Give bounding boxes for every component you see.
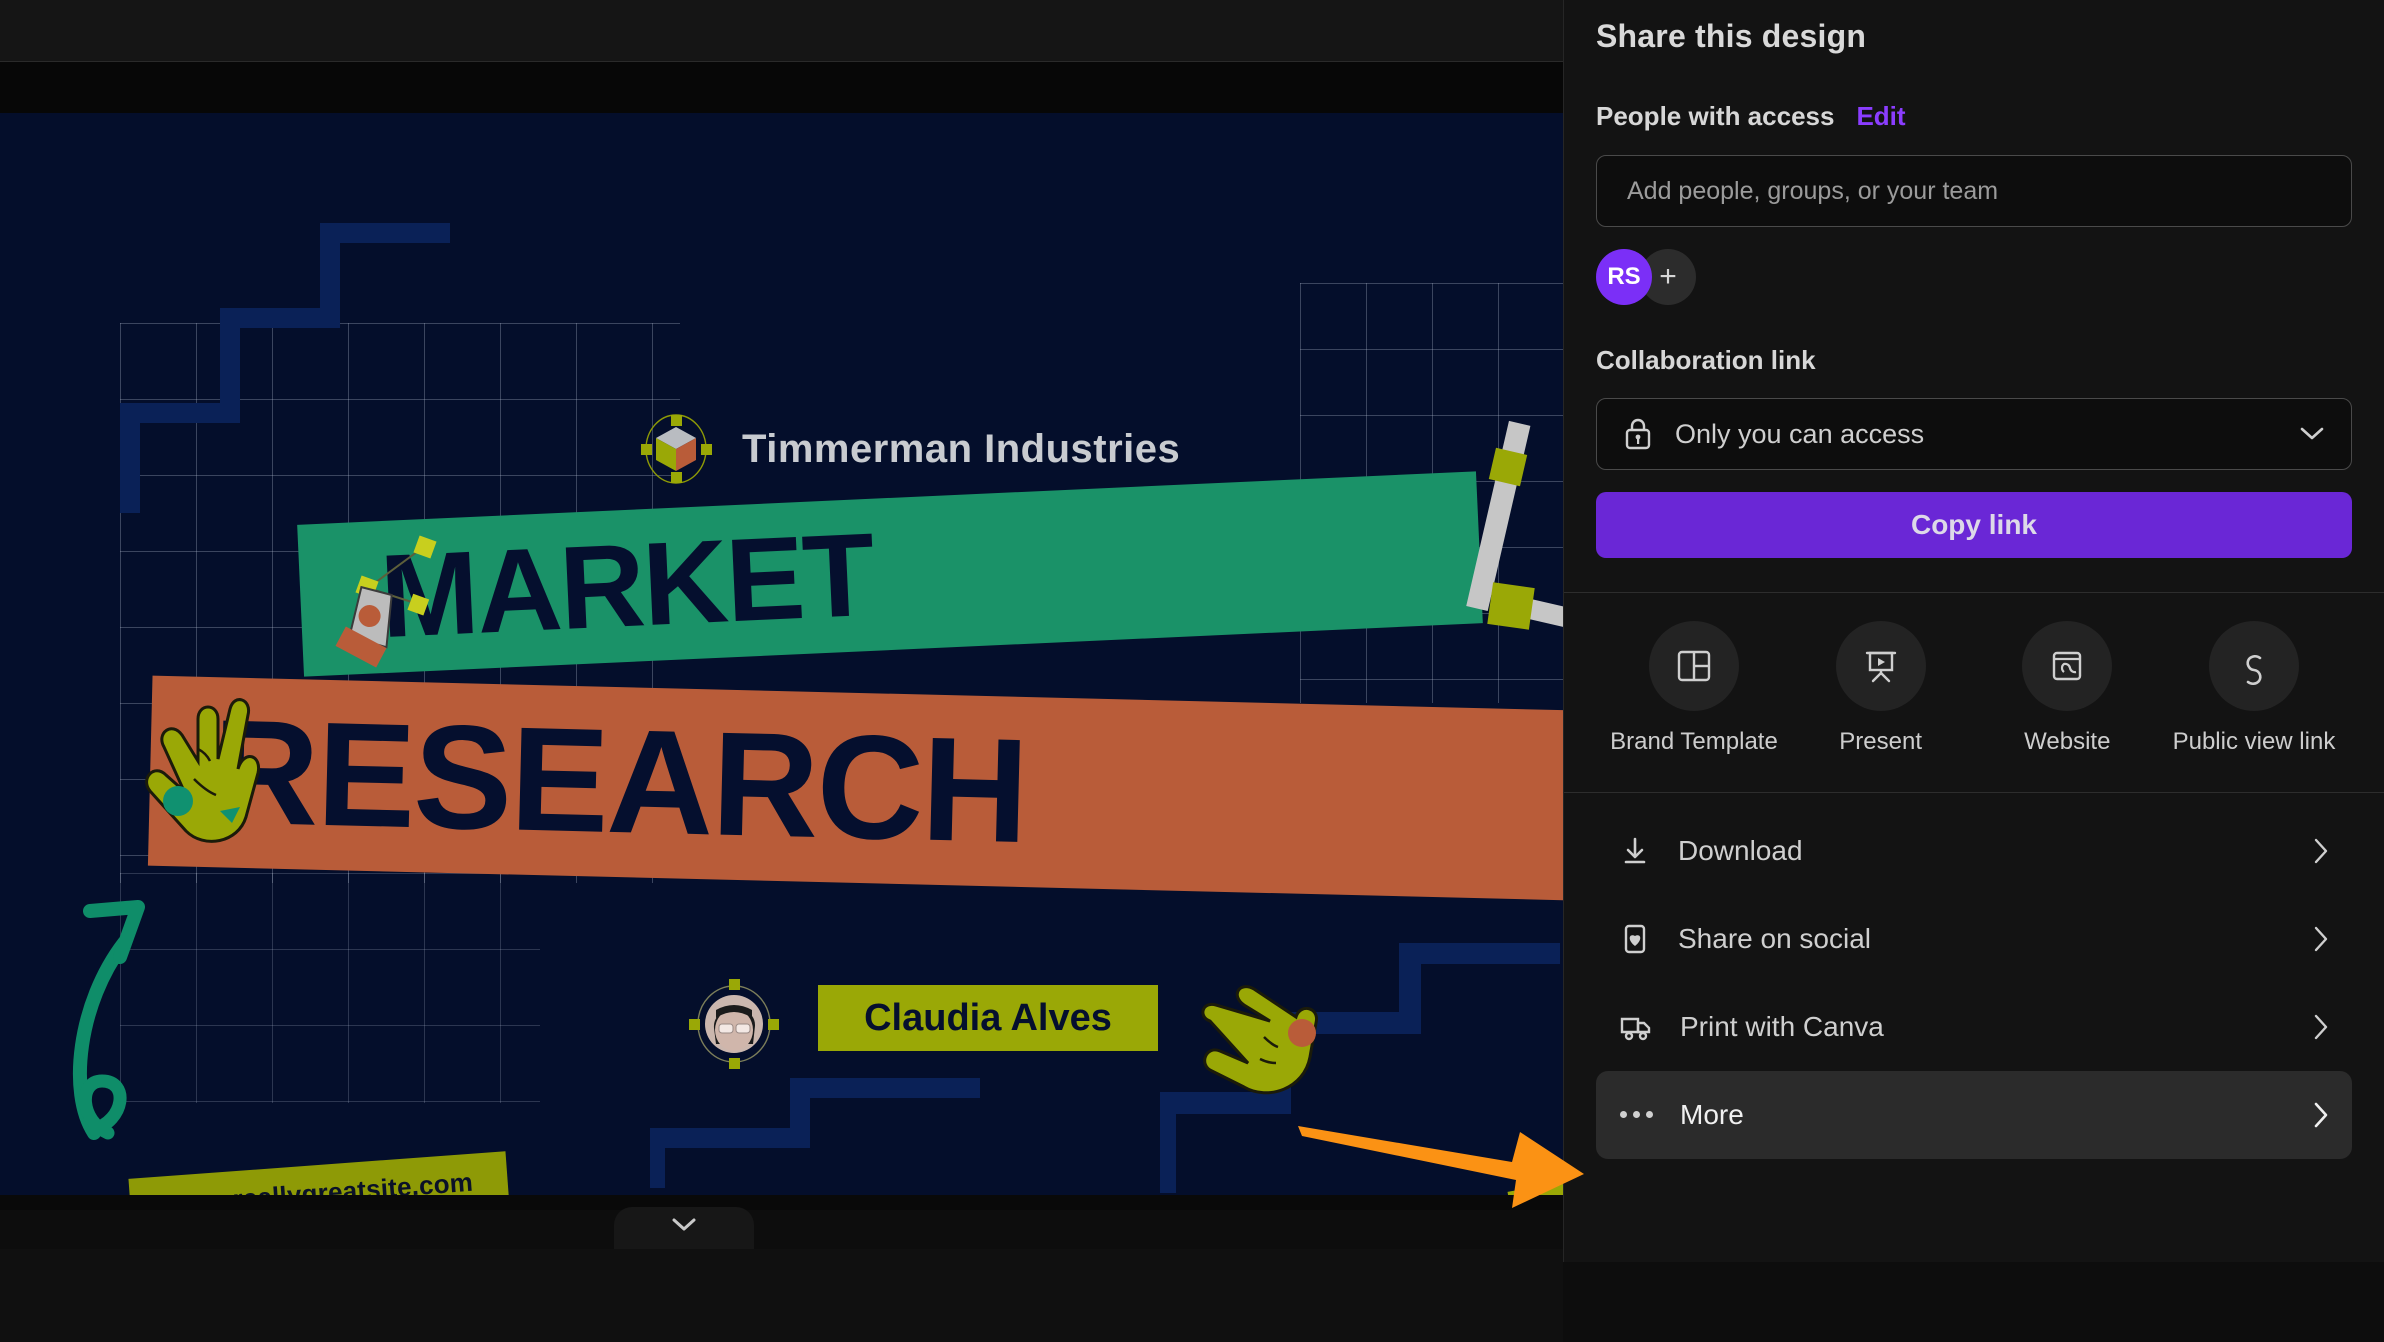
- avatar[interactable]: RS: [1596, 249, 1652, 305]
- people-with-access-label: People with access: [1596, 101, 1835, 131]
- quick-action-label: Public view link: [2172, 728, 2336, 755]
- edit-people-link[interactable]: Edit: [1856, 101, 1905, 132]
- brand-lockup[interactable]: Timmerman Industries: [640, 413, 1180, 485]
- chevron-right-icon: [2314, 1014, 2328, 1039]
- author-name-box[interactable]: Claudia Alves: [818, 985, 1158, 1051]
- print-truck-icon: [1620, 1017, 1651, 1040]
- headline-research-text: RESEARCH: [210, 689, 1029, 875]
- brand-template-icon: [1649, 621, 1739, 711]
- collapse-page-panel-button[interactable]: [614, 1207, 754, 1251]
- quick-action-label: Website: [2024, 728, 2111, 755]
- chevron-down-icon[interactable]: [2299, 426, 2325, 442]
- website-icon: [2022, 621, 2113, 711]
- rock-on-hand-sticker: [145, 698, 261, 843]
- quick-action-public-view-link[interactable]: Public view link: [2166, 621, 2342, 758]
- brand-name-text: Timmerman Industries: [742, 426, 1181, 471]
- more-dots-icon: [1618, 1111, 1654, 1119]
- lock-icon: [1625, 418, 1651, 450]
- peace-hand-sticker: [1201, 985, 1318, 1095]
- menu-item-label: Print with Canva: [1680, 1010, 1884, 1042]
- pen-nib-decoration: [335, 535, 437, 668]
- quick-action-website[interactable]: Website: [1979, 621, 2155, 758]
- chevron-right-icon: [2314, 1102, 2328, 1128]
- menu-item-more[interactable]: More: [1596, 1070, 2352, 1159]
- share-menu-list: Download Share on social Print with Canv…: [1596, 793, 2352, 1159]
- quick-action-label: Brand Template: [1610, 728, 1778, 755]
- headline-banner-research[interactable]: RESEARCH: [147, 675, 1563, 901]
- collaboration-link-label: Collaboration link: [1596, 345, 1816, 375]
- menu-item-download[interactable]: Download: [1596, 807, 2352, 895]
- cube-logo-icon: [640, 413, 712, 485]
- chevron-right-icon: [2314, 838, 2328, 863]
- share-on-social-icon: [1624, 924, 1646, 953]
- author-name-text: Claudia Alves: [864, 996, 1112, 1039]
- zigzag-decoration-top-left: [120, 223, 450, 513]
- ruler-decoration: [1466, 420, 1563, 635]
- people-with-access-header: People with access Edit: [1596, 101, 2352, 132]
- quick-action-present[interactable]: Present: [1793, 621, 1969, 758]
- app-root: MARKET RESEARCH Timmerman Industries Cla…: [0, 0, 2384, 1342]
- download-icon: [1624, 837, 1646, 864]
- menu-item-label: Share on social: [1678, 922, 1872, 954]
- author-avatar[interactable]: [688, 978, 780, 1070]
- editor-top-bar: [0, 0, 1563, 62]
- zigzag-decoration-bottom-center: [650, 1078, 980, 1188]
- share-panel: Share this design People with access Edi…: [1563, 0, 2384, 1262]
- website-url-tag[interactable]: www.reallygreatsite.com: [128, 1151, 510, 1195]
- present-icon: [1835, 621, 1926, 711]
- menu-item-label: Download: [1678, 834, 1803, 866]
- chevron-right-icon: [2314, 926, 2328, 951]
- menu-item-share-on-social[interactable]: Share on social: [1596, 895, 2352, 983]
- page-thumbnail-strip[interactable]: [0, 1249, 1563, 1342]
- people-avatars: RS +: [1596, 249, 2352, 305]
- page-title: Share this design: [1596, 18, 1867, 54]
- editor-toolbar-gap: [0, 62, 1563, 113]
- copy-link-button[interactable]: Copy link: [1596, 492, 2352, 558]
- public-view-link-icon: [2208, 621, 2299, 711]
- add-people-input[interactable]: [1596, 155, 2352, 227]
- quick-action-label: Present: [1839, 728, 1923, 755]
- quick-action-brand-template[interactable]: Brand Template: [1606, 621, 1782, 758]
- website-url-text: www.reallygreatsite.com: [163, 1166, 474, 1195]
- access-level-value: Only you can access: [1675, 418, 1925, 449]
- design-canvas-area[interactable]: MARKET RESEARCH Timmerman Industries Cla…: [0, 113, 1563, 1210]
- canvas-bottom-edge: [0, 1195, 1563, 1210]
- menu-item-print-with-canva[interactable]: Print with Canva: [1596, 983, 2352, 1071]
- access-level-select[interactable]: Only you can access: [1596, 398, 2352, 470]
- curved-arrow-decoration: [73, 900, 145, 1140]
- chevron-down-icon: [672, 1218, 696, 1231]
- design-page[interactable]: MARKET RESEARCH Timmerman Industries Cla…: [0, 113, 1563, 1195]
- quick-actions-row: Brand Template Present Website Public vi…: [1596, 593, 2352, 758]
- menu-item-label: More: [1680, 1098, 1744, 1130]
